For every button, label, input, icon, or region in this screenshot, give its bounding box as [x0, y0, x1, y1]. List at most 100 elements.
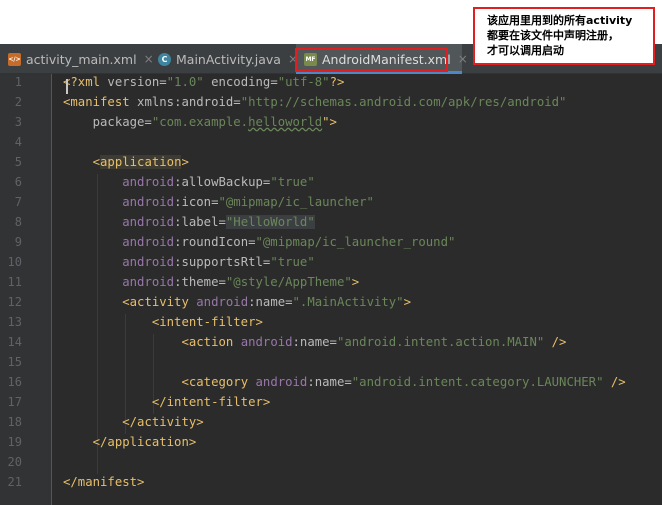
- code-token: :supportsRtl=: [174, 255, 271, 269]
- line-number: 16: [7, 375, 22, 389]
- annotation-line: 该应用里用到的所有activity: [487, 14, 633, 27]
- code-token: android: [122, 215, 175, 229]
- code-token: "com.example.: [151, 115, 249, 129]
- annotation-line: 才可以调用启动: [487, 44, 564, 57]
- code-token: />: [603, 375, 626, 389]
- code-token: >: [181, 155, 189, 169]
- code-line: </intent-filter>: [63, 392, 270, 412]
- code-line: <application>: [63, 152, 189, 172]
- line-number: 20: [7, 455, 22, 469]
- code-token: "android.intent.category.LAUNCHER": [351, 375, 604, 389]
- code-token: ">: [322, 115, 337, 129]
- code-token: "@style/AppTheme": [225, 275, 352, 289]
- code-token: android: [122, 275, 175, 289]
- line-number: 21: [7, 475, 22, 489]
- line-number: 5: [14, 155, 22, 169]
- code-line: <intent-filter>: [63, 312, 263, 332]
- code-token: "@mipmap/ic_launcher": [218, 195, 374, 209]
- code-line: <manifest xmlns:android="http://schemas.…: [63, 92, 566, 112]
- line-number: 9: [14, 235, 22, 249]
- line-number: 13: [7, 315, 22, 329]
- code-token: :name=: [248, 295, 293, 309]
- code-token: "true": [270, 255, 315, 269]
- xml-file-icon: </>: [8, 52, 21, 66]
- code-token: >: [403, 295, 411, 309]
- line-number: 17: [7, 395, 22, 409]
- code-token: android: [122, 235, 175, 249]
- code-token: "http://schemas.android.com/apk/res/andr…: [240, 95, 567, 109]
- code-token: "1.0": [166, 75, 204, 89]
- code-token: android: [122, 255, 175, 269]
- line-number: 18: [7, 415, 22, 429]
- code-line: </activity>: [63, 412, 204, 432]
- code-token: </activity>: [122, 415, 204, 429]
- code-line: android:roundIcon="@mipmap/ic_launcher_r…: [63, 232, 455, 252]
- code-token: <category: [181, 375, 256, 389]
- line-number: 1: [14, 75, 22, 89]
- code-token: version=: [107, 75, 167, 89]
- text-caret: [66, 79, 68, 94]
- code-line: android:theme="@style/AppTheme">: [63, 272, 359, 292]
- line-number: 10: [7, 255, 22, 269]
- tab-label: MainActivity.java: [176, 51, 281, 67]
- code-token: "HelloWorld": [225, 215, 315, 229]
- line-number: 19: [7, 435, 22, 449]
- code-line: <activity android:name=".MainActivity">: [63, 292, 411, 312]
- code-token: <manifest: [63, 95, 138, 109]
- code-token: android: [122, 175, 175, 189]
- code-token: </intent-filter>: [151, 395, 271, 409]
- code-token: :label=: [174, 215, 226, 229]
- highlight-box: [295, 48, 448, 72]
- code-line: <action android:name="android.intent.act…: [63, 332, 566, 352]
- code-line: <?xml version="1.0" encoding="utf-8"?>: [63, 72, 344, 92]
- code-token: "@mipmap/ic_launcher_round": [255, 235, 456, 249]
- code-token: "utf-8": [277, 75, 330, 89]
- line-number: 15: [7, 355, 22, 369]
- code-token: package=: [63, 115, 152, 129]
- code-token: :allowBackup=: [174, 175, 271, 189]
- code-token: :roundIcon=: [174, 235, 256, 249]
- line-number: 4: [14, 135, 22, 149]
- code-token: <activity: [122, 295, 197, 309]
- tab-mainactivity-java[interactable]: C MainActivity.java ×: [158, 44, 298, 74]
- code-line: android:label="HelloWorld": [63, 212, 315, 232]
- java-class-icon: C: [158, 52, 171, 66]
- annotation-note: 该应用里用到的所有activity 都要在该文件中声明注册， 才可以调用启动: [473, 7, 655, 65]
- code-line: </manifest>: [63, 472, 144, 492]
- code-line: android:icon="@mipmap/ic_launcher": [63, 192, 374, 212]
- code-token: android: [240, 335, 293, 349]
- code-token: :name=: [307, 375, 352, 389]
- code-token: </manifest>: [63, 475, 145, 489]
- code-token: </application>: [92, 435, 197, 449]
- code-token: :theme=: [174, 275, 226, 289]
- line-number: 7: [14, 195, 22, 209]
- code-token: =: [233, 95, 241, 109]
- code-token: <: [92, 155, 101, 169]
- close-icon[interactable]: ×: [458, 52, 468, 66]
- tab-label: activity_main.xml: [26, 51, 137, 67]
- close-icon[interactable]: ×: [144, 52, 154, 66]
- code-token: android: [181, 95, 234, 109]
- code-token: />: [544, 335, 567, 349]
- code-token: encoding=: [203, 75, 278, 89]
- code-token: :name=: [292, 335, 337, 349]
- annotation-line: 都要在该文件中声明注册，: [487, 29, 619, 42]
- code-token: "true": [270, 175, 315, 189]
- code-token: <?xml: [63, 75, 108, 89]
- line-number: 12: [7, 295, 22, 309]
- code-token: android: [255, 375, 308, 389]
- code-token: android: [196, 295, 249, 309]
- code-token: ".MainActivity": [292, 295, 404, 309]
- code-line: android:allowBackup="true": [63, 172, 315, 192]
- tab-activity-main-xml[interactable]: </> activity_main.xml ×: [8, 44, 154, 74]
